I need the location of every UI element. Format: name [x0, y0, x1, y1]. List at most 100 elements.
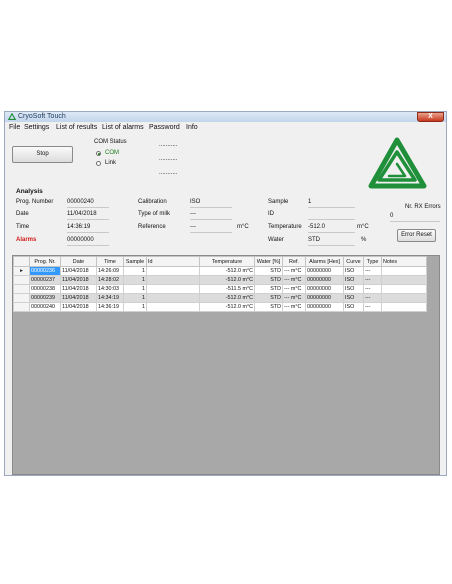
col-alarms-hex[interactable]: Alarms [Hex]: [305, 256, 344, 267]
table-cell[interactable]: 1: [123, 284, 147, 294]
menu-password[interactable]: Password: [149, 124, 180, 131]
table-cell[interactable]: [381, 266, 427, 276]
table-cell[interactable]: [381, 293, 427, 303]
table-cell[interactable]: --- m°C: [282, 293, 306, 303]
table-cell[interactable]: 00000237: [29, 275, 61, 285]
col-water[interactable]: Water [%]: [254, 256, 283, 267]
table-cell[interactable]: ---: [363, 266, 382, 276]
table-cell[interactable]: --- m°C: [282, 266, 306, 276]
table-cell[interactable]: 1: [123, 266, 147, 276]
table-cell[interactable]: [381, 302, 427, 312]
table-cell[interactable]: STD: [254, 275, 283, 285]
com-radio[interactable]: [96, 151, 101, 156]
col-prog-nr[interactable]: Prog. Nr.: [29, 256, 61, 267]
menu-info[interactable]: Info: [186, 124, 198, 131]
col-type[interactable]: Type: [363, 256, 382, 267]
col-sample[interactable]: Sample: [123, 256, 147, 267]
table-cell[interactable]: 14:30:03: [96, 284, 124, 294]
table-cell[interactable]: 00000000: [305, 275, 344, 285]
row-header-corner: [13, 256, 30, 267]
table-row[interactable]: ▸ 00000236 11/04/2018 14:26:09 1 -512.0 m°C ST…: [13, 266, 427, 276]
results-grid[interactable]: Prog. Nr. Date Time Sample Id Temperatur…: [12, 255, 440, 475]
row-selector[interactable]: [13, 293, 30, 303]
col-time[interactable]: Time: [96, 256, 124, 267]
table-cell[interactable]: 1: [123, 302, 147, 312]
table-cell[interactable]: 11/04/2018: [60, 302, 97, 312]
col-curve[interactable]: Curve: [343, 256, 364, 267]
table-cell[interactable]: ---: [363, 284, 382, 294]
table-cell[interactable]: 00000000: [305, 302, 344, 312]
table-cell[interactable]: ---: [363, 302, 382, 312]
table-cell[interactable]: ISO: [343, 266, 364, 276]
table-cell[interactable]: STD: [254, 302, 283, 312]
com-status-label: COM Status: [94, 139, 127, 145]
table-cell[interactable]: ---: [363, 275, 382, 285]
table-cell[interactable]: 11/04/2018: [60, 284, 97, 294]
table-cell[interactable]: 11/04/2018: [60, 275, 97, 285]
menu-list-of-results[interactable]: List of results: [56, 124, 97, 131]
title-bar[interactable]: CryoSoft Touch X: [5, 112, 446, 122]
row-selector[interactable]: [13, 284, 30, 294]
menu-list-of-alarms[interactable]: List of alarms: [102, 124, 144, 131]
table-cell[interactable]: [146, 284, 200, 294]
col-date[interactable]: Date: [60, 256, 97, 267]
table-cell[interactable]: 00000236: [29, 266, 61, 276]
table-row[interactable]: 00000240 11/04/2018 14:36:19 1 -512.0 m°C STD…: [13, 302, 427, 312]
table-cell[interactable]: --- m°C: [282, 275, 306, 285]
table-cell[interactable]: ---: [363, 293, 382, 303]
table-cell[interactable]: [381, 284, 427, 294]
table-cell[interactable]: 14:28:02: [96, 275, 124, 285]
link-radio[interactable]: [96, 161, 101, 166]
table-cell[interactable]: 14:36:19: [96, 302, 124, 312]
menu-file[interactable]: File: [9, 124, 20, 131]
table-cell[interactable]: -512.0 m°C: [199, 302, 255, 312]
col-notes[interactable]: Notes: [381, 256, 427, 267]
table-cell[interactable]: --- m°C: [282, 302, 306, 312]
error-reset-button[interactable]: Error Reset: [397, 229, 436, 242]
table-cell[interactable]: 00000238: [29, 284, 61, 294]
row-selector[interactable]: ▸: [13, 266, 30, 276]
table-cell[interactable]: [146, 293, 200, 303]
table-row[interactable]: 00000238 11/04/2018 14:30:03 1 -511.5 m°C STD…: [13, 284, 427, 294]
table-cell[interactable]: -512.0 m°C: [199, 266, 255, 276]
table-cell[interactable]: 00000000: [305, 266, 344, 276]
table-cell[interactable]: 00000239: [29, 293, 61, 303]
table-cell[interactable]: -512.0 m°C: [199, 293, 255, 303]
table-cell[interactable]: -511.5 m°C: [199, 284, 255, 294]
table-cell[interactable]: [381, 275, 427, 285]
table-cell[interactable]: [146, 266, 200, 276]
table-cell[interactable]: STD: [254, 266, 283, 276]
col-id[interactable]: Id: [146, 256, 200, 267]
table-cell[interactable]: ISO: [343, 302, 364, 312]
table-cell[interactable]: 1: [123, 293, 147, 303]
table-cell[interactable]: 14:26:09: [96, 266, 124, 276]
table-cell[interactable]: 14:34:19: [96, 293, 124, 303]
app-window: CryoSoft Touch X File Settings List of r…: [4, 111, 447, 476]
table-row[interactable]: 00000237 11/04/2018 14:28:02 1 -512.0 m°C STD…: [13, 275, 427, 285]
table-cell[interactable]: [146, 302, 200, 312]
prog-number-label: Prog. Number: [16, 199, 54, 205]
table-row[interactable]: 00000239 11/04/2018 14:34:19 1 -512.0 m°C STD…: [13, 293, 427, 303]
table-cell[interactable]: ISO: [343, 284, 364, 294]
table-cell[interactable]: [146, 275, 200, 285]
table-cell[interactable]: 11/04/2018: [60, 293, 97, 303]
col-ref[interactable]: Ref.: [282, 256, 306, 267]
table-cell[interactable]: 11/04/2018: [60, 266, 97, 276]
com-option-label: COM: [105, 150, 119, 156]
table-cell[interactable]: 00000000: [305, 293, 344, 303]
row-selector[interactable]: [13, 302, 30, 312]
table-cell[interactable]: 1: [123, 275, 147, 285]
table-cell[interactable]: ISO: [343, 293, 364, 303]
table-cell[interactable]: --- m°C: [282, 284, 306, 294]
stop-button[interactable]: Stop: [12, 146, 73, 163]
table-cell[interactable]: -512.0 m°C: [199, 275, 255, 285]
table-cell[interactable]: 00000000: [305, 284, 344, 294]
close-button[interactable]: X: [417, 112, 444, 122]
menu-settings[interactable]: Settings: [24, 124, 49, 131]
table-cell[interactable]: 00000240: [29, 302, 61, 312]
row-selector[interactable]: [13, 275, 30, 285]
table-cell[interactable]: ISO: [343, 275, 364, 285]
col-temperature[interactable]: Temperature: [199, 256, 255, 267]
table-cell[interactable]: STD: [254, 284, 283, 294]
table-cell[interactable]: STD: [254, 293, 283, 303]
